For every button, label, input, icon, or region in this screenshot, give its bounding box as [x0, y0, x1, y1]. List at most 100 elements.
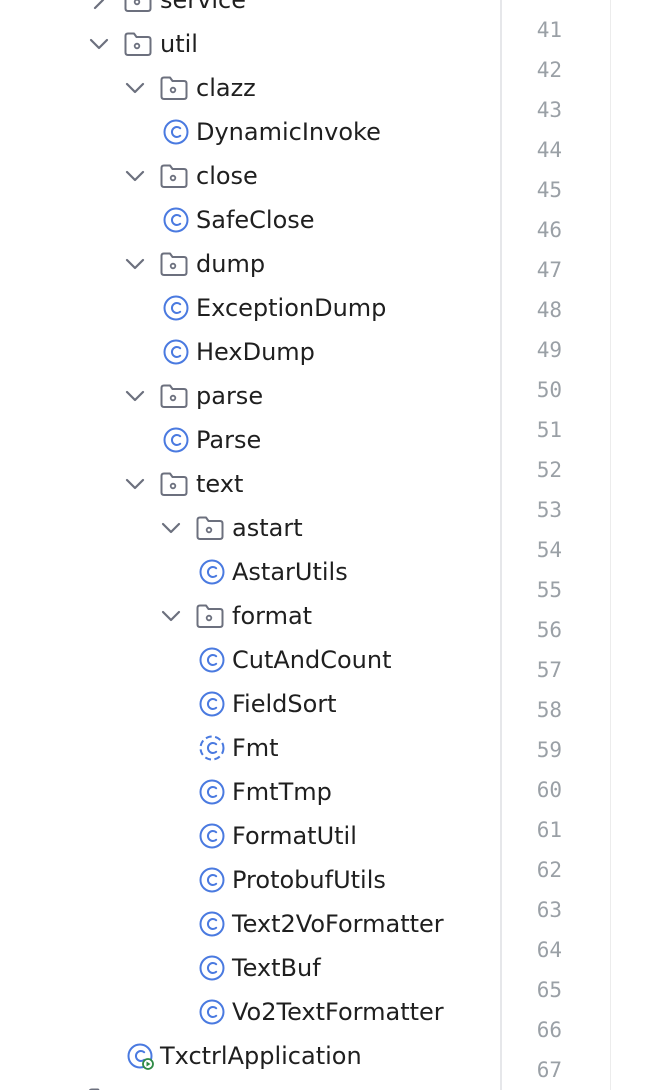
chevron-down-icon[interactable] — [88, 33, 110, 55]
package-folder-icon — [159, 74, 189, 102]
tree-item-protobuf-utils[interactable]: ProtobufUtils — [0, 858, 500, 902]
tree-item-label: Fmt — [232, 734, 279, 762]
package-folder-icon — [123, 30, 153, 58]
line-number: 56 — [536, 618, 562, 642]
line-number: 42 — [536, 58, 562, 82]
tree-item-astart[interactable]: astart — [0, 506, 500, 550]
tree-item-label: AstarUtils — [232, 558, 348, 586]
runnable-class-icon — [126, 1042, 154, 1070]
tree-item-label: close — [196, 162, 258, 190]
tree-item-label: Vo2TextFormatter — [232, 998, 444, 1026]
tree-item-label: CutAndCount — [232, 646, 392, 674]
tree-item-dynamic-invoke[interactable]: DynamicInvoke — [0, 110, 500, 154]
line-number: 53 — [536, 498, 562, 522]
tree-item-service[interactable]: service — [0, 0, 500, 22]
tree-item-label: Parse — [196, 426, 262, 454]
tree-item-label: ExceptionDump — [196, 294, 387, 322]
chevron-down-icon[interactable] — [124, 253, 146, 275]
class-icon — [198, 998, 226, 1026]
tree-item-close[interactable]: close — [0, 154, 500, 198]
tree-item-vo2-text-formatter[interactable]: Vo2TextFormatter — [0, 990, 500, 1034]
tree-item-label: Text2VoFormatter — [232, 910, 444, 938]
class-icon — [198, 690, 226, 718]
class-icon — [162, 426, 190, 454]
line-number: 41 — [536, 18, 562, 42]
project-tree: service util clazz DynamicInvoke close SafeCl… — [0, 0, 500, 1090]
tree-item-fmt[interactable]: Fmt — [0, 726, 500, 770]
tree-item-text-buf[interactable]: TextBuf — [0, 946, 500, 990]
line-number: 52 — [536, 458, 562, 482]
tree-item-label: astart — [232, 514, 303, 542]
tree-item-label: FormatUtil — [232, 822, 357, 850]
line-number: 55 — [536, 578, 562, 602]
tree-item-hex-dump[interactable]: HexDump — [0, 330, 500, 374]
tree-item-parse[interactable]: Parse — [0, 418, 500, 462]
class-icon — [198, 646, 226, 674]
class-icon — [162, 338, 190, 366]
chevron-down-icon[interactable] — [124, 165, 146, 187]
tree-item-label: service — [160, 0, 246, 14]
class-icon — [198, 778, 226, 806]
editor-gutter: 41 42 43 44 45 46 47 48 49 50 51 52 53 54 55 56 57 58 59 60… — [502, 0, 610, 1090]
tree-item-format[interactable]: format — [0, 594, 500, 638]
line-number: 63 — [536, 898, 562, 922]
tree-item-txctrl-application[interactable]: TxctrlApplication — [0, 1034, 500, 1078]
line-number: 66 — [536, 1018, 562, 1042]
class-icon — [162, 118, 190, 146]
tree-item-label: dump — [196, 250, 266, 278]
line-number: 43 — [536, 98, 562, 122]
line-number: 64 — [536, 938, 562, 962]
tree-item-safe-close[interactable]: SafeClose — [0, 198, 500, 242]
package-folder-icon — [87, 1086, 117, 1090]
tree-item-folder-25[interactable] — [0, 1078, 500, 1090]
class-icon — [198, 866, 226, 894]
tree-item-label: util — [160, 30, 198, 58]
line-number: 47 — [536, 258, 562, 282]
line-number: 44 — [536, 138, 562, 162]
line-number: 49 — [536, 338, 562, 362]
tree-item-format-util[interactable]: FormatUtil — [0, 814, 500, 858]
chevron-down-icon[interactable] — [160, 605, 182, 627]
tree-item-exception-dump[interactable]: ExceptionDump — [0, 286, 500, 330]
line-number: 62 — [536, 858, 562, 882]
gutter-separator — [610, 0, 611, 1090]
class-icon — [162, 206, 190, 234]
package-folder-icon — [195, 602, 225, 630]
tree-item-text2-vo-formatter[interactable]: Text2VoFormatter — [0, 902, 500, 946]
line-number: 61 — [536, 818, 562, 842]
tree-item-label: SafeClose — [196, 206, 315, 234]
abstract-class-icon — [198, 734, 226, 762]
line-number: 48 — [536, 298, 562, 322]
line-number: 57 — [536, 658, 562, 682]
tree-item-parse[interactable]: parse — [0, 374, 500, 418]
tree-item-clazz[interactable]: clazz — [0, 66, 500, 110]
line-number: 65 — [536, 978, 562, 1002]
chevron-down-icon[interactable] — [124, 385, 146, 407]
chevron-down-icon[interactable] — [124, 77, 146, 99]
tree-item-dump[interactable]: dump — [0, 242, 500, 286]
line-number: 59 — [536, 738, 562, 762]
chevron-right-icon[interactable] — [88, 0, 110, 11]
line-number: 45 — [536, 178, 562, 202]
chevron-down-icon[interactable] — [160, 517, 182, 539]
line-number: 51 — [536, 418, 562, 442]
tree-item-label: DynamicInvoke — [196, 118, 381, 146]
class-icon — [198, 822, 226, 850]
tree-item-label: HexDump — [196, 338, 315, 366]
tree-item-astar-utils[interactable]: AstarUtils — [0, 550, 500, 594]
tree-item-label: clazz — [196, 74, 256, 102]
line-number: 58 — [536, 698, 562, 722]
tree-item-util[interactable]: util — [0, 22, 500, 66]
package-folder-icon — [159, 382, 189, 410]
tree-item-text[interactable]: text — [0, 462, 500, 506]
line-number: 67 — [536, 1058, 562, 1082]
tree-item-field-sort[interactable]: FieldSort — [0, 682, 500, 726]
tree-item-label: FmtTmp — [232, 778, 332, 806]
tree-item-cut-and-count[interactable]: CutAndCount — [0, 638, 500, 682]
package-folder-icon — [159, 250, 189, 278]
class-icon — [198, 910, 226, 938]
line-number: 54 — [536, 538, 562, 562]
tree-item-label: TxctrlApplication — [160, 1042, 362, 1070]
tree-item-fmt-tmp[interactable]: FmtTmp — [0, 770, 500, 814]
chevron-down-icon[interactable] — [124, 473, 146, 495]
